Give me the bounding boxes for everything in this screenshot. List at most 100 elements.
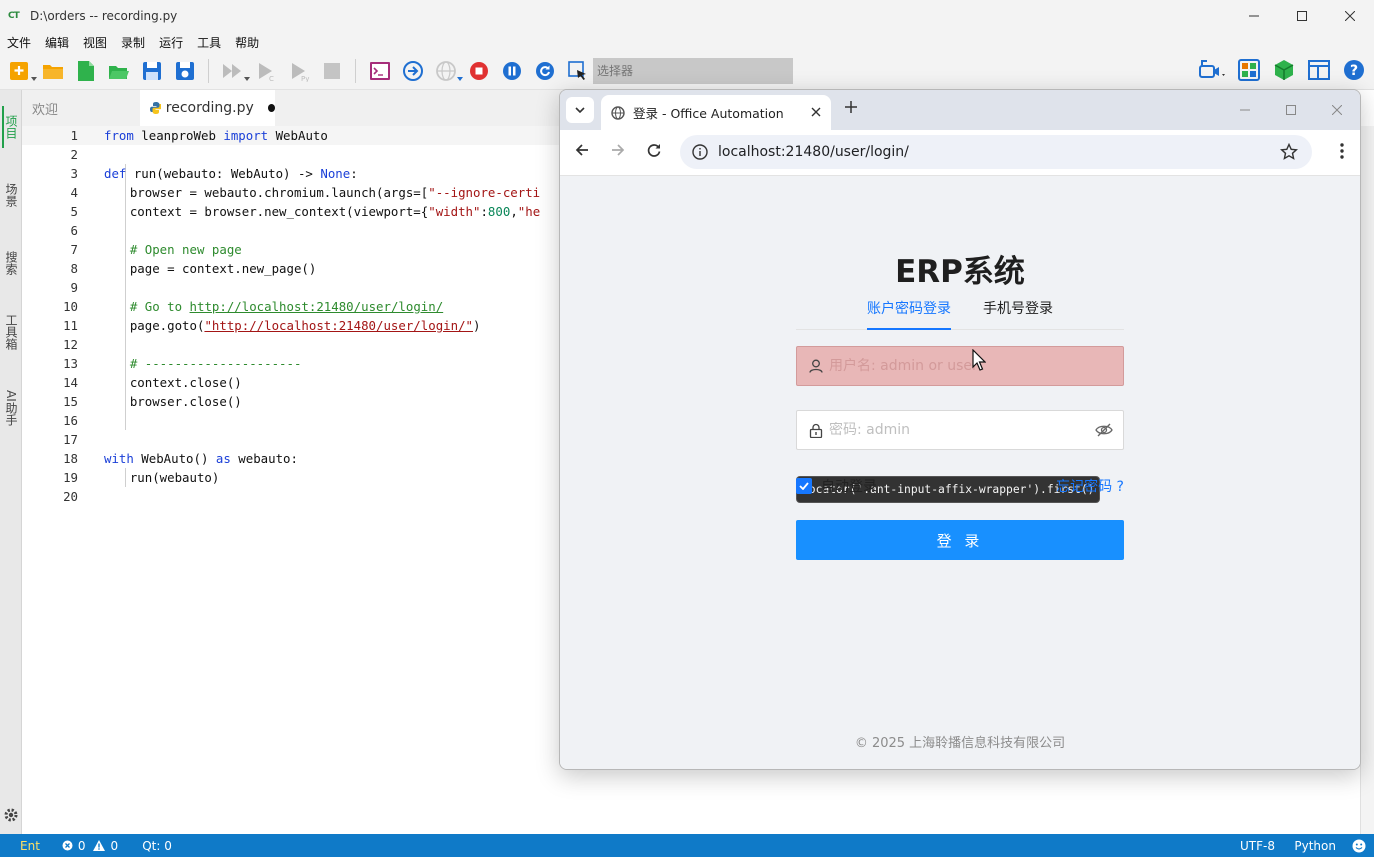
menu-view[interactable]: 视图 <box>76 34 114 51</box>
remember-checkbox[interactable]: 自动登录 <box>796 476 877 496</box>
username-input[interactable] <box>829 358 1079 374</box>
address-bar: localhost:21480/user/login/ <box>560 130 1360 176</box>
forward-button[interactable] <box>610 142 626 161</box>
warning-count: 0 <box>110 838 119 853</box>
tab-recording-py[interactable]: recording.py <box>140 90 275 126</box>
menu-run[interactable]: 运行 <box>152 34 190 51</box>
settings-button[interactable] <box>3 807 19 826</box>
goto-button[interactable] <box>400 58 426 84</box>
checkbox-checked-icon[interactable] <box>796 478 812 494</box>
run-all-button[interactable] <box>220 58 250 84</box>
tab-account-login[interactable]: 账户密码登录 <box>867 298 951 330</box>
save-as-button[interactable] <box>172 58 198 84</box>
user-icon <box>809 359 823 373</box>
pick-element-button[interactable] <box>565 58 591 84</box>
new-tab-button[interactable] <box>844 100 858 117</box>
record-button[interactable] <box>466 58 492 84</box>
editor-tabs: 欢迎 recording.py <box>22 90 562 126</box>
minimize-button[interactable] <box>1230 0 1278 32</box>
browser-tab[interactable]: 登录 - Office Automation <box>601 95 831 130</box>
minimize-icon <box>1240 109 1250 111</box>
fast-forward-icon <box>223 63 241 78</box>
record-icon <box>470 61 488 80</box>
stop-button[interactable] <box>319 58 345 84</box>
selector-input[interactable] <box>593 57 793 84</box>
browser-minimize-button[interactable] <box>1222 90 1268 130</box>
side-tab-ai-assistant[interactable]: AI助手 <box>2 382 20 434</box>
arrow-right-icon <box>612 144 625 156</box>
password-field[interactable] <box>796 410 1124 450</box>
status-mode[interactable]: Ent <box>20 839 40 853</box>
toggle-password-visibility[interactable] <box>1095 422 1113 441</box>
bookmark-button[interactable] <box>1279 142 1299 165</box>
play-python-icon: Py <box>292 62 309 82</box>
pause-button[interactable] <box>499 58 525 84</box>
browser-close-button[interactable] <box>1314 90 1360 130</box>
side-tab-search[interactable]: 搜索 <box>2 242 20 284</box>
mouse-cursor-icon <box>972 349 986 371</box>
help-button[interactable]: ? <box>1342 58 1366 85</box>
browser-tab-title: 登录 - Office Automation <box>633 106 784 121</box>
run-button[interactable]: C <box>253 58 279 84</box>
terminal-button[interactable] <box>367 58 393 84</box>
tab-close-button[interactable] <box>811 105 821 120</box>
status-language[interactable]: Python <box>1294 839 1336 853</box>
menu-edit[interactable]: 编辑 <box>38 34 76 51</box>
username-field[interactable] <box>796 346 1124 386</box>
python-icon <box>150 102 161 114</box>
status-problems[interactable]: 0 0 <box>62 839 118 853</box>
forgot-password-link[interactable]: 忘记密码 ? <box>1056 476 1124 496</box>
window-title: D:\orders -- recording.py <box>30 9 178 23</box>
run-python-button[interactable]: Py <box>286 58 312 84</box>
browser-select-button[interactable] <box>433 58 463 84</box>
menu-record[interactable]: 录制 <box>114 34 152 51</box>
string-link[interactable]: "http://localhost:21480/user/login/" <box>204 318 473 333</box>
side-tab-toolbox[interactable]: 工具箱 <box>2 306 20 358</box>
browser-maximize-button[interactable] <box>1268 90 1314 130</box>
save-button[interactable] <box>139 58 165 84</box>
open-file-icon <box>109 65 129 79</box>
menu-file[interactable]: 文件 <box>0 34 38 51</box>
browser-menu-button[interactable] <box>1340 143 1344 162</box>
reload-button[interactable] <box>646 142 662 161</box>
open-folder-button[interactable] <box>40 58 66 84</box>
tab-welcome[interactable]: 欢迎 <box>22 90 140 126</box>
toolbar: C Py ? <box>0 52 1374 90</box>
plus-icon <box>845 101 857 113</box>
folder-icon <box>43 64 63 79</box>
open-file-button[interactable] <box>106 58 132 84</box>
back-button[interactable] <box>574 142 590 161</box>
feedback-button[interactable] <box>1352 839 1366 853</box>
arrow-circle-icon <box>403 60 423 81</box>
new-file-button[interactable] <box>73 58 99 84</box>
site-info-icon[interactable] <box>692 144 708 164</box>
status-encoding[interactable]: UTF-8 <box>1240 839 1275 853</box>
dashboard-button[interactable] <box>1237 58 1261 85</box>
side-tab-project[interactable]: 项目 <box>2 106 20 148</box>
new-project-icon <box>10 61 28 80</box>
camera-button[interactable] <box>1198 58 1226 85</box>
star-icon <box>1279 142 1299 160</box>
tab-search-button[interactable] <box>566 97 594 123</box>
menu-help[interactable]: 帮助 <box>228 34 266 51</box>
remember-label: 自动登录 <box>821 479 877 495</box>
layout-button[interactable] <box>1307 58 1331 85</box>
editor-scrollbar[interactable] <box>1360 126 1374 834</box>
ide-titlebar: CT D:\orders -- recording.py <box>0 0 1374 32</box>
new-project-button[interactable] <box>7 58 37 84</box>
refresh-button[interactable] <box>532 58 558 84</box>
stop-icon <box>324 62 340 79</box>
tab-phone-login[interactable]: 手机号登录 <box>983 298 1053 330</box>
reload-icon <box>647 144 661 157</box>
side-tab-scene[interactable]: 场景 <box>2 174 20 216</box>
login-button[interactable]: 登 录 <box>796 520 1124 560</box>
close-icon <box>1332 105 1342 115</box>
package-button[interactable] <box>1272 58 1296 85</box>
maximize-button[interactable] <box>1278 0 1326 32</box>
close-button[interactable] <box>1326 0 1374 32</box>
url-field[interactable]: localhost:21480/user/login/ <box>680 135 1312 169</box>
password-input[interactable] <box>829 422 1079 438</box>
svg-text:?: ? <box>1350 63 1358 79</box>
comment-link[interactable]: http://localhost:21480/user/login/ <box>190 299 444 314</box>
menu-tools[interactable]: 工具 <box>190 34 228 51</box>
